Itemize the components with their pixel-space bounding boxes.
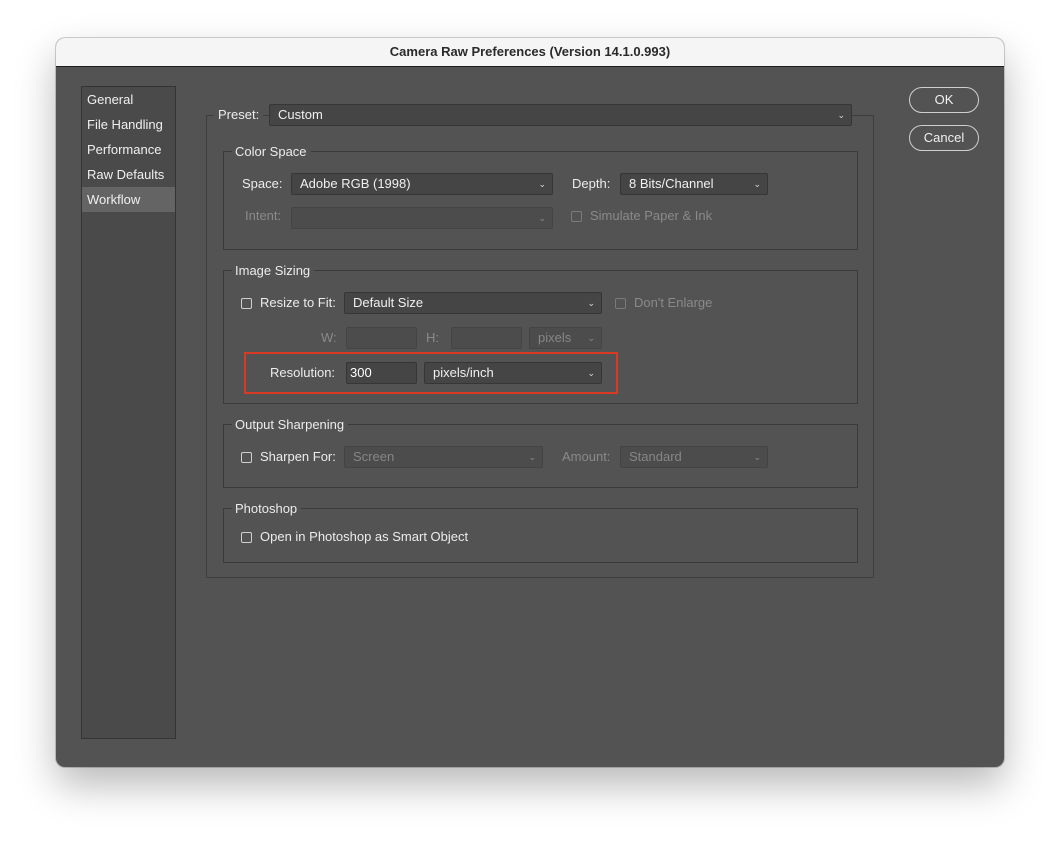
chevron-down-icon: ⌄ [538, 213, 546, 223]
sharpen-for-checkbox[interactable] [241, 452, 252, 463]
width-input[interactable] [346, 327, 417, 349]
cancel-button[interactable]: Cancel [909, 125, 979, 151]
photoshop-legend: Photoshop [232, 501, 302, 517]
simulate-paper-label: Simulate Paper & Ink [590, 208, 713, 223]
resolution-highlight-box [244, 352, 618, 394]
intent-label: Intent: [245, 208, 282, 223]
space-select[interactable]: Adobe RGB (1998) ⌄ [291, 173, 553, 195]
size-unit-value: pixels [538, 330, 572, 345]
sidebar-item-workflow[interactable]: Workflow [82, 187, 175, 212]
sharpen-for-select[interactable]: Screen ⌄ [344, 446, 543, 468]
depth-label: Depth: [572, 176, 611, 191]
width-label: W: [321, 330, 337, 345]
dont-enlarge-label: Don't Enlarge [634, 295, 713, 310]
ok-button[interactable]: OK [909, 87, 979, 113]
size-unit-select[interactable]: pixels ⌄ [529, 327, 602, 349]
sidebar-item-general[interactable]: General [82, 87, 175, 112]
preset-select[interactable]: Custom ⌄ [269, 104, 852, 126]
preset-value: Custom [278, 107, 323, 122]
sidebar-item-file-handling[interactable]: File Handling [82, 112, 175, 137]
color-space-legend: Color Space [232, 144, 311, 160]
chevron-down-icon: ⌄ [753, 179, 761, 189]
sidebar-item-performance[interactable]: Performance [82, 137, 175, 162]
intent-select[interactable]: ⌄ [291, 207, 553, 229]
space-label: Space: [242, 176, 283, 191]
chevron-down-icon: ⌄ [837, 110, 845, 120]
sharpen-for-value: Screen [353, 449, 395, 464]
preset-label: Preset: [214, 107, 264, 123]
window-title: Camera Raw Preferences (Version 14.1.0.9… [56, 38, 1004, 67]
simulate-paper-checkbox[interactable] [571, 211, 582, 222]
image-sizing-legend: Image Sizing [232, 263, 315, 279]
chevron-down-icon: ⌄ [587, 298, 595, 308]
height-label: H: [426, 330, 439, 345]
resize-to-fit-label: Resize to Fit: [260, 295, 336, 310]
amount-select[interactable]: Standard ⌄ [620, 446, 768, 468]
sharpen-for-label: Sharpen For: [260, 449, 336, 464]
output-sharpening-legend: Output Sharpening [232, 417, 349, 433]
chevron-down-icon: ⌄ [587, 333, 595, 343]
resize-to-fit-value: Default Size [353, 295, 424, 310]
dont-enlarge-checkbox[interactable] [615, 298, 626, 309]
resize-to-fit-checkbox[interactable] [241, 298, 252, 309]
space-value: Adobe RGB (1998) [300, 176, 411, 191]
sidebar: General File Handling Performance Raw De… [81, 86, 176, 739]
color-space-group [223, 151, 858, 250]
sidebar-item-raw-defaults[interactable]: Raw Defaults [82, 162, 175, 187]
chevron-down-icon: ⌄ [538, 179, 546, 189]
depth-select[interactable]: 8 Bits/Channel ⌄ [620, 173, 768, 195]
amount-label: Amount: [562, 449, 611, 464]
smart-object-checkbox[interactable] [241, 532, 252, 543]
chevron-down-icon: ⌄ [528, 452, 536, 462]
height-input[interactable] [451, 327, 522, 349]
chevron-down-icon: ⌄ [753, 452, 761, 462]
smart-object-label: Open in Photoshop as Smart Object [260, 529, 469, 544]
preferences-dialog: Camera Raw Preferences (Version 14.1.0.9… [56, 38, 1004, 767]
resize-to-fit-select[interactable]: Default Size ⌄ [344, 292, 602, 314]
depth-value: 8 Bits/Channel [629, 176, 714, 191]
amount-value: Standard [629, 449, 682, 464]
